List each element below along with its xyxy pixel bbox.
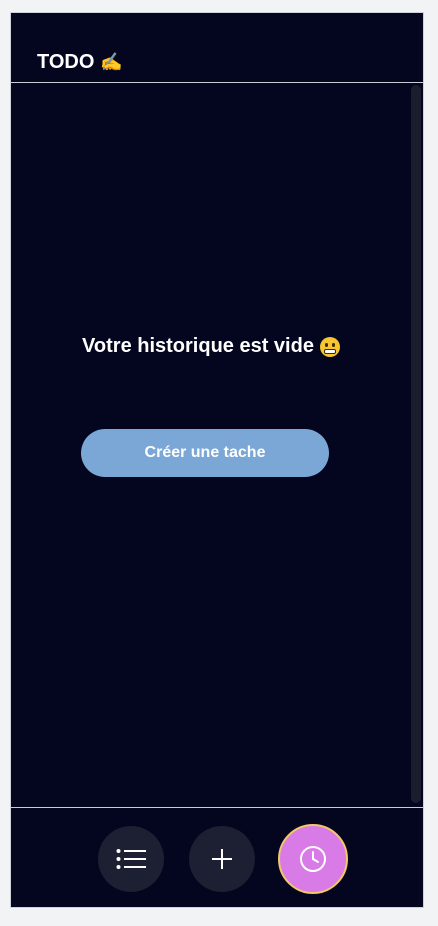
nav-history-button[interactable] (278, 824, 348, 894)
grimacing-face-icon (319, 336, 340, 357)
writing-hand-icon: ✍ (100, 52, 123, 72)
app-window: TODO ✍ Votre historique est vide Créer u… (10, 12, 424, 908)
clock-icon (300, 846, 326, 872)
nav-add-button[interactable] (189, 826, 255, 892)
history-view: Votre historique est vide Créer une tach… (11, 83, 423, 807)
app-title-text: TODO (37, 51, 95, 73)
app-header: TODO ✍ (11, 13, 423, 83)
scrollbar[interactable] (411, 85, 421, 803)
empty-message-text: Votre historique est vide (82, 335, 314, 357)
app-title: TODO ✍ (37, 51, 123, 74)
nav-list-button[interactable] (98, 826, 164, 892)
empty-history-message: Votre historique est vide (11, 335, 411, 358)
plus-icon (212, 849, 232, 869)
create-task-button[interactable]: Créer une tache (81, 429, 329, 477)
list-icon (116, 849, 146, 869)
bottom-navigation (11, 807, 423, 907)
